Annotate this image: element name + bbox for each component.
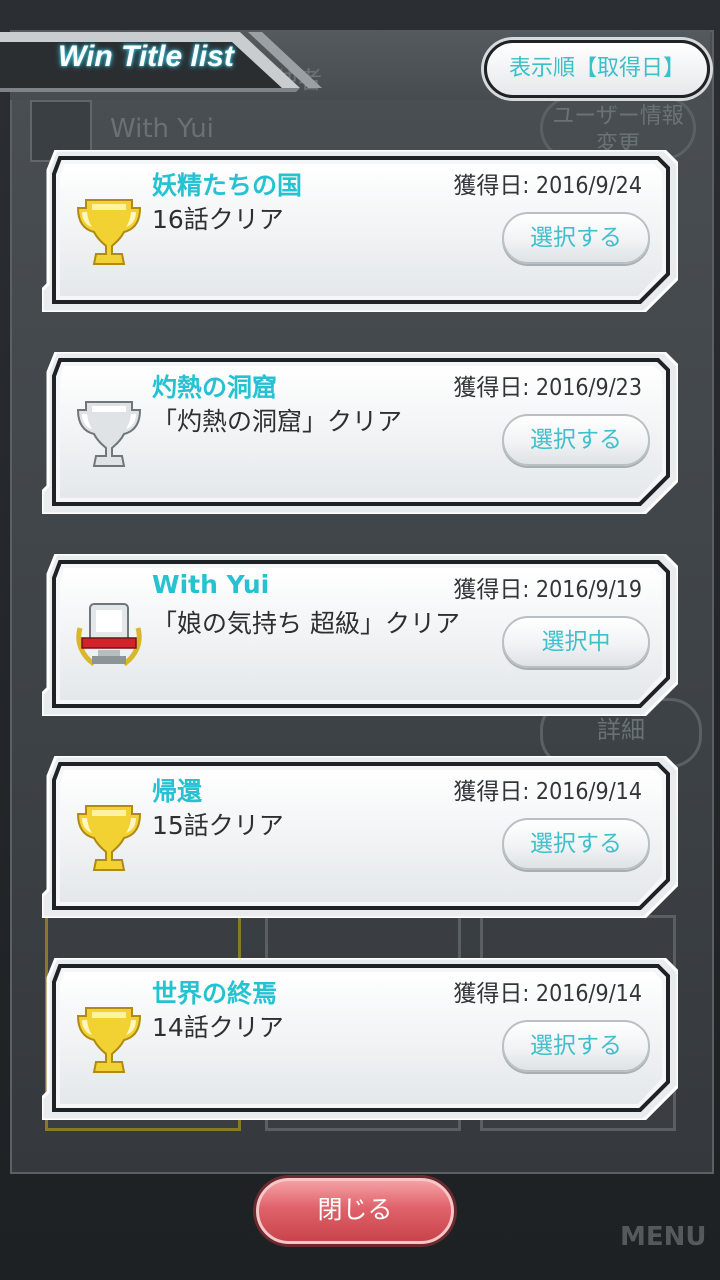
gold-trophy-icon — [74, 194, 144, 270]
title-card: 帰還 15話クリア 獲得日: 2016/9/14 選択する — [42, 756, 678, 918]
acquired-date: 獲得日: 2016/9/24 — [453, 173, 642, 199]
acquired-date: 獲得日: 2016/9/14 — [453, 779, 642, 805]
select-button[interactable]: 選択する — [502, 212, 650, 264]
acquired-date: 獲得日: 2016/9/23 — [453, 375, 642, 401]
close-button[interactable]: 閉じる — [256, 1178, 454, 1244]
gold-trophy-icon — [74, 1002, 144, 1078]
title-name: With Yui — [152, 570, 270, 599]
title-condition: 「灼熱の洞窟」クリア — [152, 407, 403, 436]
title-name: 妖精たちの国 — [152, 171, 303, 200]
title-name: 灼熱の洞窟 — [152, 373, 278, 402]
background-current-title: With Yui — [110, 114, 214, 144]
title-card: With Yui 「娘の気持ち 超級」クリア 獲得日: 2016/9/19 選択中 — [42, 554, 678, 716]
title-card: 灼熱の洞窟「灼熱の洞窟」クリア 獲得日: 2016/9/23 選択する — [42, 352, 678, 514]
title-condition: 「娘の気持ち 超級」クリア — [152, 609, 460, 638]
silver-trophy-icon — [74, 396, 144, 472]
acquired-date: 獲得日: 2016/9/19 — [453, 577, 642, 603]
title-condition: 14話クリア — [152, 1013, 284, 1042]
select-button[interactable]: 選択する — [502, 1020, 650, 1072]
title-name: 世界の終焉 — [152, 979, 278, 1008]
laurel-trophy-icon — [74, 598, 144, 674]
title-condition: 15話クリア — [152, 811, 284, 840]
select-button[interactable]: 選択する — [502, 414, 650, 466]
sort-order-button[interactable]: 表示順【取得日】 — [484, 40, 710, 98]
selected-button[interactable]: 選択中 — [502, 616, 650, 668]
acquired-date: 獲得日: 2016/9/14 — [453, 981, 642, 1007]
gold-trophy-icon — [74, 800, 144, 876]
title-card: 妖精たちの国 16話クリア 獲得日: 2016/9/24 選択する — [42, 150, 678, 312]
select-button[interactable]: 選択する — [502, 818, 650, 870]
title-condition: 16話クリア — [152, 205, 284, 234]
title-name: 帰還 — [152, 777, 203, 806]
background-menu-label: MENU — [620, 1222, 707, 1252]
title-card: 世界の終焉 14話クリア 獲得日: 2016/9/14 選択する — [42, 958, 678, 1120]
page-title: Win Title list — [58, 40, 234, 73]
